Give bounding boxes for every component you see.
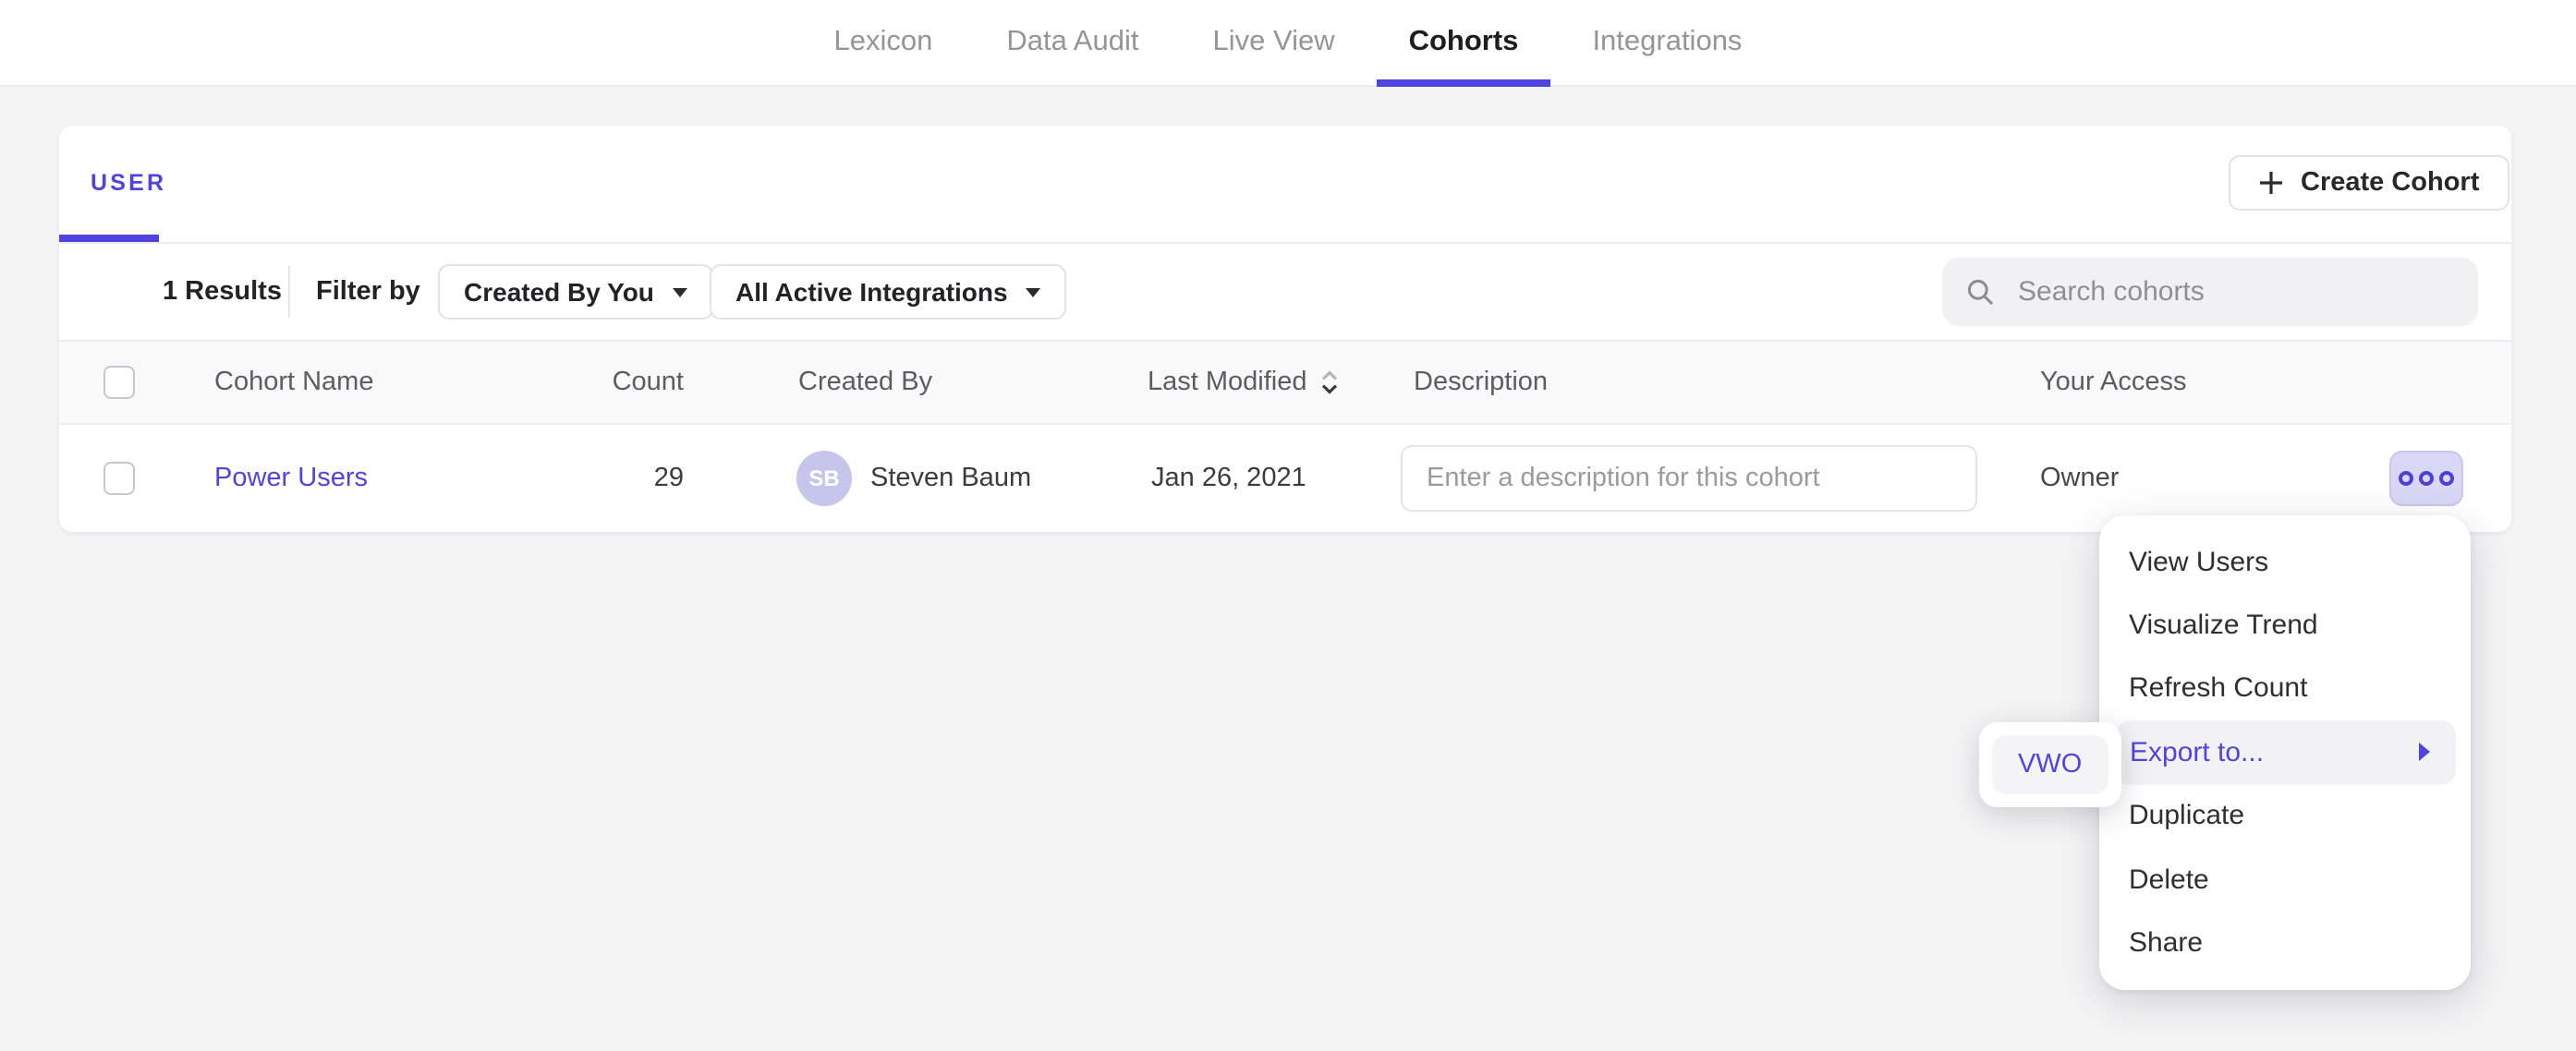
context-menu: View Users Visualize Trend Refresh Count… — [2099, 515, 2471, 990]
menu-item-share[interactable]: Share — [2099, 912, 2471, 975]
menu-item-duplicate[interactable]: Duplicate — [2099, 784, 2471, 848]
search-icon — [1966, 277, 1996, 307]
menu-item-export-to[interactable]: Export to... — [2115, 720, 2455, 784]
search-box[interactable] — [1942, 258, 2478, 326]
column-created-by: Created By — [798, 368, 932, 397]
create-cohort-label: Create Cohort — [2301, 168, 2479, 198]
nav-tab-cohorts[interactable]: Cohorts — [1409, 0, 1519, 86]
results-count: 1 Results — [163, 277, 282, 307]
chevron-down-icon — [1027, 287, 1041, 296]
nav-tab-lexicon[interactable]: Lexicon — [834, 0, 933, 86]
description-input[interactable] — [1401, 445, 1977, 512]
filter-by-label: Filter by — [316, 277, 420, 307]
column-cohort-name: Cohort Name — [214, 368, 373, 397]
row-actions-button[interactable] — [2389, 451, 2463, 506]
filter-row: 1 Results Filter by Created By You All A… — [59, 244, 2511, 340]
export-submenu: VWO — [1979, 722, 2120, 807]
submenu-arrow-icon — [2418, 743, 2429, 762]
create-cohort-button[interactable]: Create Cohort — [2229, 155, 2509, 211]
vertical-divider — [288, 266, 290, 318]
menu-item-view-users[interactable]: View Users — [2099, 530, 2471, 594]
nav-tab-live-view[interactable]: Live View — [1212, 0, 1334, 86]
sort-icon[interactable] — [1320, 368, 1341, 397]
avatar: SB — [796, 451, 852, 506]
integrations-dropdown[interactable]: All Active Integrations — [710, 264, 1067, 320]
cohort-name-link[interactable]: Power Users — [214, 464, 368, 493]
plus-icon — [2258, 170, 2284, 196]
created-by-dropdown-label: Created By You — [464, 277, 654, 307]
nav-tab-integrations[interactable]: Integrations — [1592, 0, 1742, 86]
cohorts-panel: USER Create Cohort 1 Results Filter by C… — [59, 126, 2511, 532]
menu-item-refresh-count[interactable]: Refresh Count — [2099, 658, 2471, 721]
search-input[interactable] — [2014, 274, 2454, 309]
cohort-count: 29 — [558, 464, 684, 493]
ellipsis-icon — [2399, 471, 2454, 486]
row-checkbox[interactable] — [103, 462, 135, 495]
table-header: Cohort Name Count Created By Last Modifi… — [59, 340, 2511, 425]
top-nav: Lexicon Data Audit Live View Cohorts Int… — [0, 0, 2576, 87]
column-last-modified[interactable]: Last Modified — [1148, 368, 1341, 397]
menu-item-visualize-trend[interactable]: Visualize Trend — [2099, 594, 2471, 658]
created-by-name: Steven Baum — [870, 464, 1031, 493]
column-your-access: Your Access — [2040, 368, 2187, 397]
tab-user-underline — [59, 235, 159, 242]
access-value: Owner — [2040, 464, 2119, 493]
integrations-dropdown-label: All Active Integrations — [735, 277, 1008, 307]
column-count: Count — [558, 368, 684, 397]
column-last-modified-label: Last Modified — [1148, 368, 1307, 397]
chevron-down-icon — [673, 287, 687, 296]
tab-user[interactable]: USER — [91, 170, 166, 196]
created-by-dropdown[interactable]: Created By You — [438, 264, 713, 320]
menu-item-export-to-label: Export to... — [2130, 737, 2264, 768]
submenu-item-vwo[interactable]: VWO — [1992, 735, 2108, 794]
menu-item-delete[interactable]: Delete — [2099, 848, 2471, 912]
nav-tab-data-audit[interactable]: Data Audit — [1006, 0, 1138, 86]
last-modified-date: Jan 26, 2021 — [1151, 464, 1306, 493]
column-description: Description — [1414, 368, 1548, 397]
select-all-checkbox[interactable] — [103, 366, 135, 399]
cohorts-page: Lexicon Data Audit Live View Cohorts Int… — [0, 0, 2576, 1051]
